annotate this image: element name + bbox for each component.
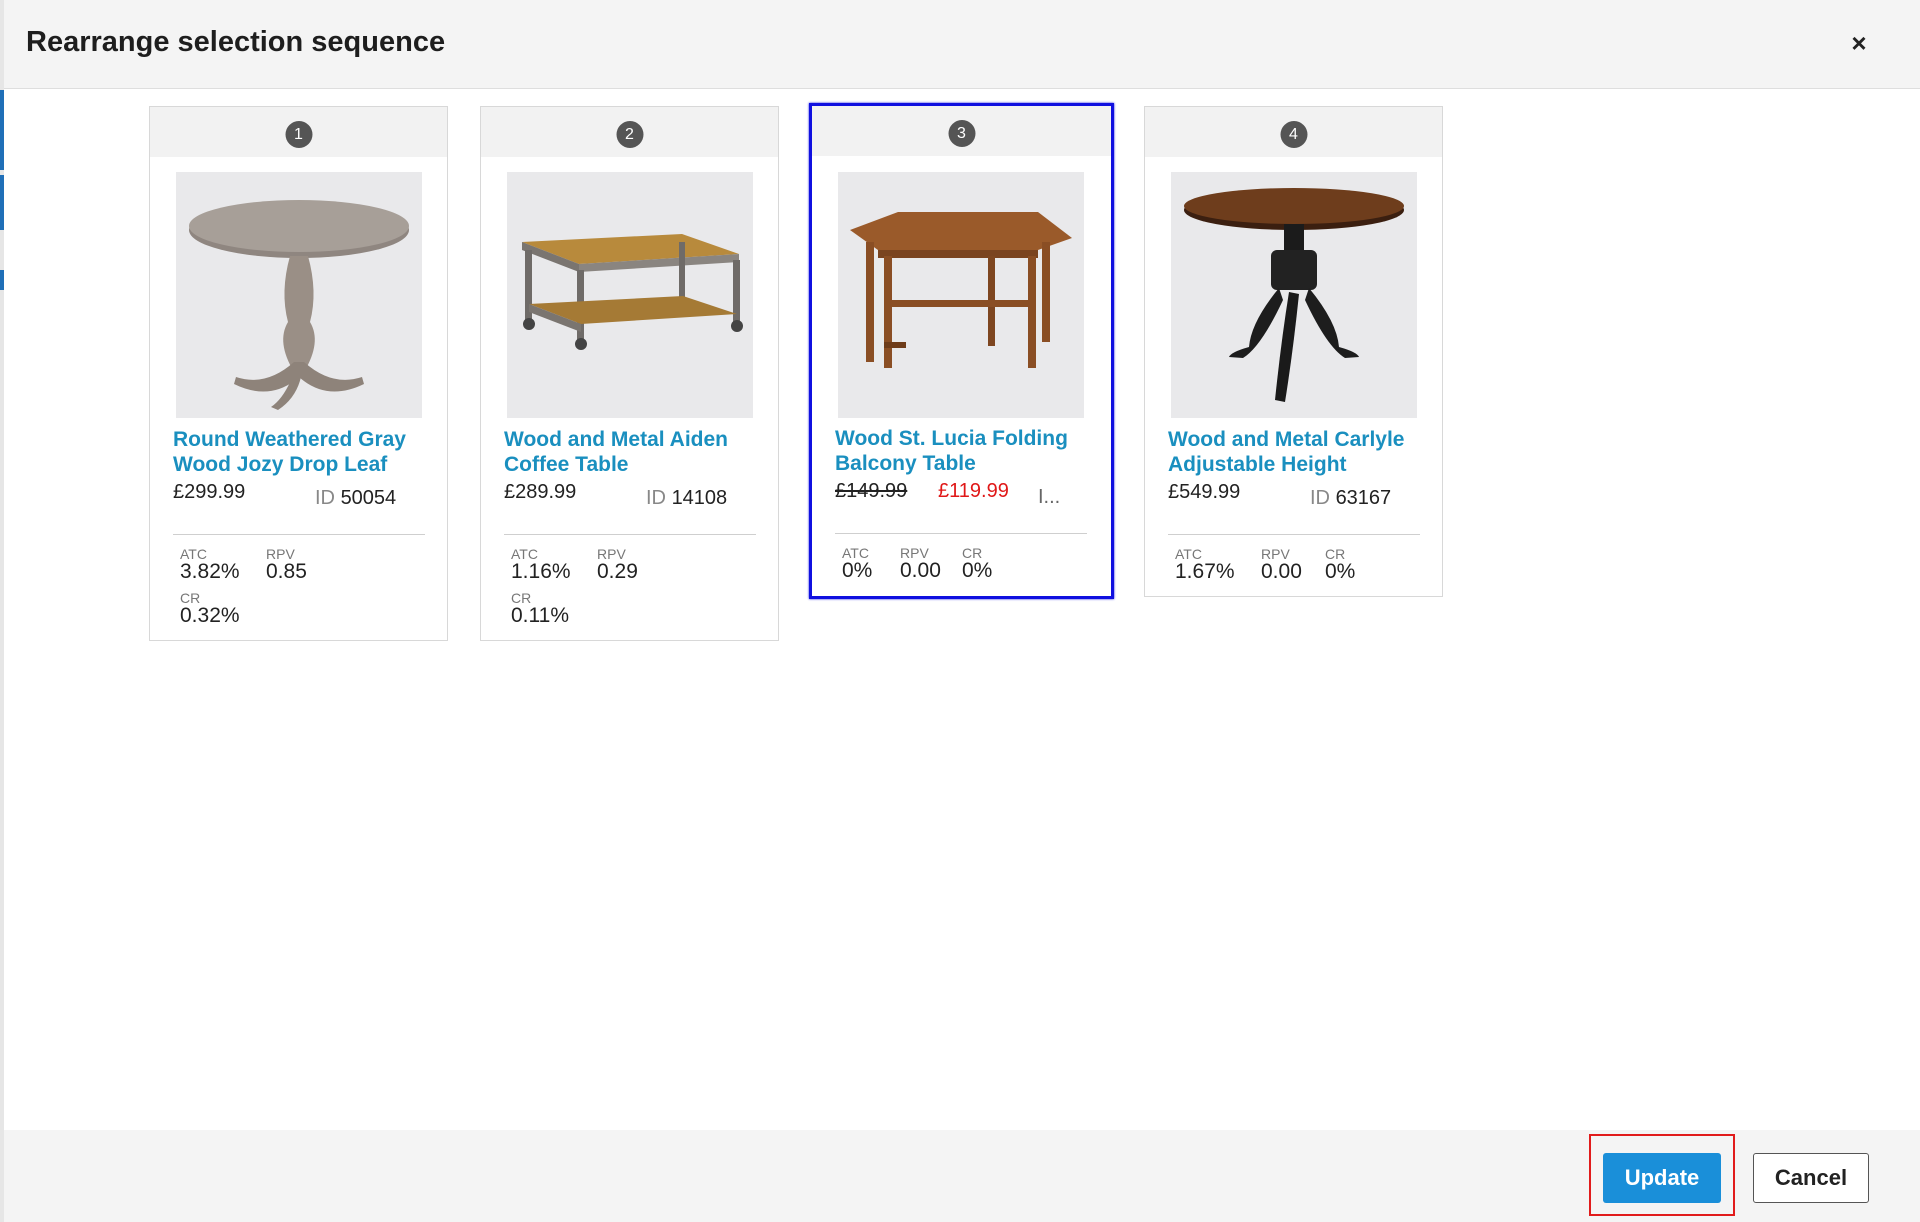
close-icon[interactable]: × bbox=[1846, 30, 1872, 56]
divider bbox=[504, 534, 756, 535]
metric-value: 0% bbox=[842, 559, 873, 582]
product-id-value: 50054 bbox=[340, 487, 397, 509]
metric-atc: ATC 1.67% bbox=[1175, 547, 1235, 583]
metric-rpv: RPV 0.00 bbox=[900, 546, 941, 582]
rearrange-dialog: Rearrange selection sequence × 1 Round W… bbox=[4, 0, 1920, 1222]
product-image bbox=[507, 172, 753, 418]
product-name-link[interactable]: Wood St. Lucia Folding Balcony Table bbox=[835, 426, 1095, 476]
metric-label: ATC bbox=[511, 546, 538, 562]
metric-label: RPV bbox=[1261, 546, 1290, 562]
product-card-1[interactable]: 1 Round Weathered Gray Wood Jozy Drop Le… bbox=[149, 106, 448, 641]
metric-label: CR bbox=[962, 545, 983, 561]
sequence-badge: 3 bbox=[948, 120, 975, 147]
product-card-3-selected[interactable]: 3 Wood St. Lucia Folding Balcony Table £… bbox=[809, 103, 1114, 599]
product-image bbox=[1171, 172, 1417, 418]
cancel-button[interactable]: Cancel bbox=[1753, 1153, 1869, 1203]
product-id: ID 63167 bbox=[1310, 487, 1391, 510]
product-id-label: ID bbox=[1310, 487, 1330, 509]
sequence-badge: 4 bbox=[1280, 121, 1307, 148]
product-id: ID 14108 bbox=[646, 487, 727, 510]
product-id-label: ID bbox=[315, 487, 335, 509]
product-id-value: 63167 bbox=[1335, 487, 1392, 509]
metric-value: 0.00 bbox=[900, 559, 941, 582]
metric-label: RPV bbox=[900, 545, 929, 561]
round-pedestal-table-image bbox=[176, 172, 422, 418]
product-id-label: ID bbox=[646, 487, 666, 509]
card-header[interactable]: 4 bbox=[1145, 107, 1442, 157]
metric-value: 0% bbox=[962, 559, 993, 582]
card-header[interactable]: 3 bbox=[812, 106, 1111, 156]
metric-cr: CR 0% bbox=[1325, 547, 1355, 583]
product-card-2[interactable]: 2 Wood and Metal Aiden Coffee Table £289… bbox=[480, 106, 779, 641]
product-id-truncated: I... bbox=[1038, 486, 1061, 508]
card-header[interactable]: 2 bbox=[481, 107, 778, 157]
product-price: £289.99 bbox=[504, 481, 577, 503]
divider bbox=[835, 533, 1087, 534]
metric-value: 0.32% bbox=[180, 604, 240, 627]
product-card-4[interactable]: 4 Wood and Metal Carlyle Adjustable Heig… bbox=[1144, 106, 1443, 597]
original-price: £149.99 bbox=[835, 480, 908, 502]
metric-cr: CR 0% bbox=[962, 546, 992, 582]
card-header[interactable]: 1 bbox=[150, 107, 447, 157]
update-button[interactable]: Update bbox=[1603, 1153, 1721, 1203]
adjustable-table-image bbox=[1171, 172, 1417, 418]
product-image bbox=[838, 172, 1084, 418]
metric-value: 0% bbox=[1325, 560, 1356, 583]
product-name-link[interactable]: Round Weathered Gray Wood Jozy Drop Leaf bbox=[173, 427, 433, 477]
product-id-value: 14108 bbox=[671, 487, 728, 509]
metric-label: ATC bbox=[842, 545, 869, 561]
product-name-link[interactable]: Wood and Metal Aiden Coffee Table bbox=[504, 427, 764, 477]
metric-label: CR bbox=[1325, 546, 1346, 562]
dialog-title: Rearrange selection sequence bbox=[26, 26, 446, 58]
metric-label: RPV bbox=[597, 546, 626, 562]
metric-atc: ATC 0% bbox=[842, 546, 872, 582]
metric-rpv: RPV 0.85 bbox=[266, 547, 307, 583]
metric-value: 0.29 bbox=[597, 560, 638, 583]
product-price: £549.99 bbox=[1168, 481, 1241, 503]
folding-table-image bbox=[838, 172, 1084, 418]
divider bbox=[1168, 534, 1420, 535]
metric-cr: CR 0.32% bbox=[180, 591, 240, 627]
metric-label: ATC bbox=[1175, 546, 1202, 562]
sequence-badge: 1 bbox=[285, 121, 312, 148]
sequence-badge: 2 bbox=[616, 121, 643, 148]
metric-label: RPV bbox=[266, 546, 295, 562]
metric-atc: ATC 3.82% bbox=[180, 547, 240, 583]
metric-label: CR bbox=[511, 590, 532, 606]
product-price: £299.99 bbox=[173, 481, 246, 503]
product-image bbox=[176, 172, 422, 418]
divider bbox=[173, 534, 425, 535]
metric-label: ATC bbox=[180, 546, 207, 562]
metric-rpv: RPV 0.29 bbox=[597, 547, 638, 583]
metric-label: CR bbox=[180, 590, 201, 606]
metric-cr: CR 0.11% bbox=[511, 591, 569, 627]
dialog-header: Rearrange selection sequence × bbox=[4, 0, 1920, 89]
metric-value: 0.00 bbox=[1261, 560, 1302, 583]
metric-value: 1.16% bbox=[511, 560, 571, 583]
metric-rpv: RPV 0.00 bbox=[1261, 547, 1302, 583]
sale-price: £119.99 bbox=[938, 480, 1009, 502]
product-name-link[interactable]: Wood and Metal Carlyle Adjustable Height bbox=[1168, 427, 1428, 477]
metric-value: 3.82% bbox=[180, 560, 240, 583]
coffee-table-image bbox=[507, 172, 753, 418]
metric-value: 0.11% bbox=[511, 604, 569, 627]
metric-value: 1.67% bbox=[1175, 560, 1235, 583]
metric-value: 0.85 bbox=[266, 560, 307, 583]
metric-atc: ATC 1.16% bbox=[511, 547, 571, 583]
product-id: ID 50054 bbox=[315, 487, 396, 510]
